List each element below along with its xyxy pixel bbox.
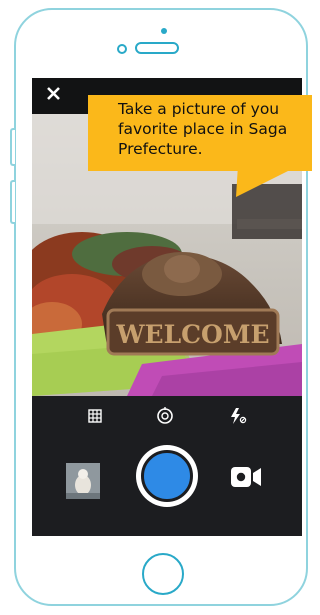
instruction-callout: Take a picture of you favorite place in …: [88, 95, 312, 200]
instruction-line-2: favorite place in Saga: [118, 120, 288, 138]
gallery-thumbnail[interactable]: [66, 463, 100, 499]
grid-icon[interactable]: [85, 406, 105, 426]
instruction-line-1: Take a picture of you: [118, 100, 280, 118]
shutter-button-core: [141, 450, 193, 502]
phone-side-button: [10, 128, 15, 166]
video-camera-icon[interactable]: [230, 464, 264, 490]
shutter-button[interactable]: [136, 445, 198, 507]
home-button[interactable]: [142, 553, 184, 595]
close-icon[interactable]: [44, 84, 64, 104]
welcome-sign-text: WELCOME: [115, 320, 269, 349]
shutter-bar: [32, 438, 302, 536]
flash-off-icon[interactable]: [228, 406, 248, 426]
camera-options-bar: [32, 396, 302, 436]
speaker-grille: [135, 42, 179, 54]
phone-camera-dot: [161, 28, 167, 34]
front-camera: [117, 44, 127, 54]
phone-side-button: [10, 180, 15, 224]
instruction-line-3: Prefecture.: [118, 140, 203, 158]
timer-icon[interactable]: [155, 406, 175, 426]
